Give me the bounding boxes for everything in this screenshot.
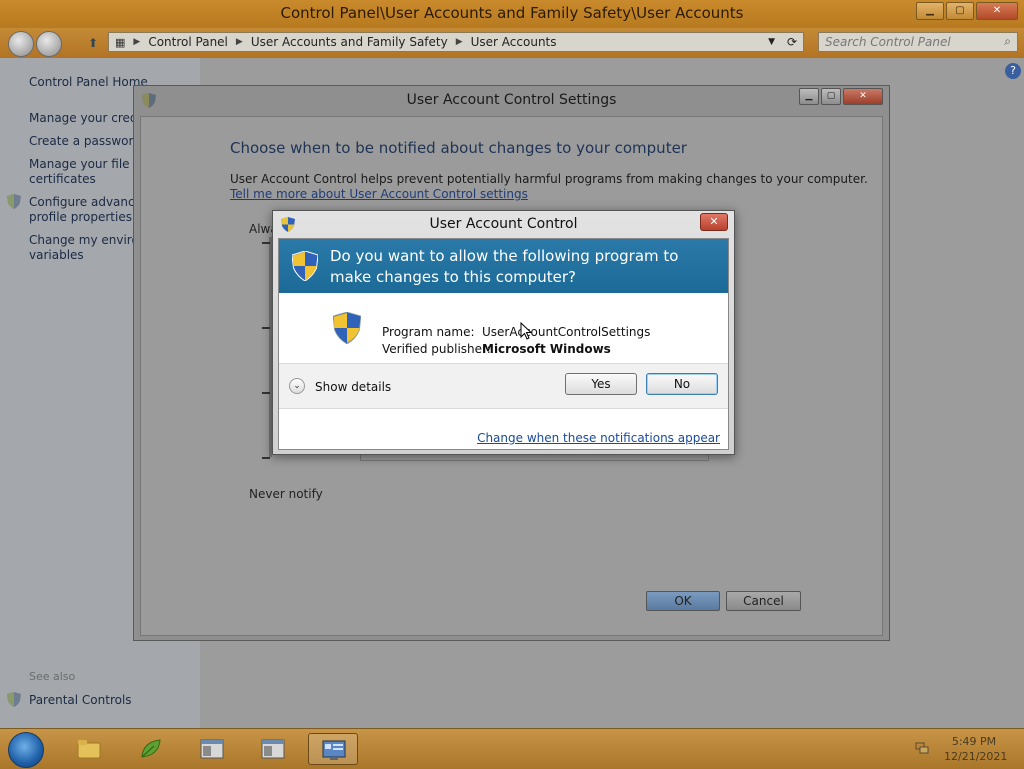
change-environment-variables-link[interactable]: Change my environ bbox=[29, 233, 146, 248]
uac-question-banner: Do you want to allow the following progr… bbox=[279, 239, 728, 293]
chevron-down-icon[interactable]: ⌄ bbox=[289, 378, 305, 394]
program-name-value: UserAccountControlSettings bbox=[482, 325, 651, 339]
change-notifications-link[interactable]: Change when these notifications appear bbox=[477, 431, 720, 445]
taskbar-app-window-2[interactable] bbox=[248, 733, 298, 765]
address-row: ⬆ ▦ ▶ Control Panel ▶ User Accounts and … bbox=[0, 28, 1024, 58]
shield-icon bbox=[333, 312, 361, 344]
breadcrumb-separator-icon: ▶ bbox=[235, 37, 243, 47]
change-environment-variables-link-line2[interactable]: variables bbox=[29, 248, 84, 263]
control-panel-home-link[interactable]: Control Panel Home bbox=[29, 75, 148, 90]
slider-tick bbox=[262, 457, 270, 459]
configure-advanced-profile-link-line2[interactable]: profile properties bbox=[29, 210, 132, 225]
publisher-label: Verified publisher: bbox=[382, 342, 491, 356]
search-placeholder: Search Control Panel bbox=[825, 35, 951, 49]
leaf-icon bbox=[141, 739, 161, 758]
close-button[interactable]: ✕ bbox=[700, 213, 728, 231]
yes-button[interactable]: Yes bbox=[565, 373, 637, 395]
breadcrumb-user-accounts[interactable]: User Accounts bbox=[471, 35, 557, 49]
cancel-button[interactable]: Cancel bbox=[726, 591, 801, 611]
search-input[interactable]: Search Control Panel ⌕ bbox=[818, 32, 1018, 52]
control-panel-icon bbox=[322, 740, 346, 760]
mouse-cursor-icon bbox=[520, 322, 532, 340]
never-notify-label: Never notify bbox=[249, 487, 323, 501]
network-icon[interactable] bbox=[915, 741, 929, 755]
breadcrumb-separator-icon: ▶ bbox=[133, 37, 141, 47]
breadcrumb-control-panel[interactable]: Control Panel bbox=[148, 35, 228, 49]
publisher-value: Microsoft Windows bbox=[482, 342, 611, 356]
uac-settings-description: User Account Control helps prevent poten… bbox=[230, 172, 868, 186]
breadcrumb-separator-icon: ▶ bbox=[455, 37, 463, 47]
maximize-button[interactable]: ▢ bbox=[946, 2, 974, 20]
uac-dialog: User Account Control ✕ Do you want to al… bbox=[272, 210, 735, 455]
uac-actions-bar: ⌄ Show details Yes No bbox=[279, 363, 728, 409]
taskbar-control-panel[interactable] bbox=[308, 733, 358, 765]
window-controls: ▁ ▢ ✕ bbox=[916, 2, 1018, 20]
shield-icon bbox=[7, 692, 21, 707]
window-title: Control Panel\User Accounts and Family S… bbox=[280, 4, 744, 22]
back-button[interactable] bbox=[8, 31, 34, 57]
configure-advanced-profile-link[interactable]: Configure advance bbox=[29, 195, 142, 210]
taskbar-explorer[interactable] bbox=[64, 733, 114, 765]
clock-date: 12/21/2021 bbox=[944, 750, 1008, 763]
window-icon bbox=[261, 739, 285, 759]
program-name-label: Program name: bbox=[382, 325, 475, 339]
shield-icon bbox=[292, 251, 318, 281]
up-arrow-icon[interactable]: ⬆ bbox=[88, 36, 98, 50]
start-button[interactable] bbox=[8, 732, 44, 768]
learn-more-link[interactable]: Tell me more about User Account Control … bbox=[230, 187, 528, 201]
address-bar[interactable]: ▦ ▶ Control Panel ▶ User Accounts and Fa… bbox=[108, 32, 804, 52]
uac-question-text: Do you want to allow the following progr… bbox=[330, 247, 679, 286]
taskbar-app-window-1[interactable] bbox=[187, 733, 237, 765]
uac-dialog-title: User Account Control bbox=[429, 216, 578, 232]
no-button[interactable]: No bbox=[646, 373, 718, 395]
minimize-button[interactable]: ▁ bbox=[916, 2, 944, 20]
uac-settings-heading: Choose when to be notified about changes… bbox=[230, 139, 687, 157]
shield-icon bbox=[7, 194, 21, 209]
slider-tick bbox=[262, 242, 270, 244]
ok-button[interactable]: OK bbox=[646, 591, 720, 611]
close-button[interactable]: ✕ bbox=[843, 88, 883, 105]
system-clock[interactable]: 5:49 PM 12/21/2021 bbox=[944, 734, 1008, 764]
chevron-down-icon[interactable]: ▼ bbox=[768, 37, 775, 47]
taskbar-app-leaf[interactable] bbox=[126, 733, 176, 765]
breadcrumb-user-accounts-family[interactable]: User Accounts and Family Safety bbox=[251, 35, 448, 49]
slider-tick bbox=[262, 327, 270, 329]
manage-credentials-link[interactable]: Manage your crede bbox=[29, 111, 145, 126]
forward-button[interactable] bbox=[36, 31, 62, 57]
manage-file-encryption-link-line2[interactable]: certificates bbox=[29, 172, 96, 187]
control-panel-icon: ▦ bbox=[115, 35, 126, 49]
parental-controls-link[interactable]: Parental Controls bbox=[29, 693, 132, 708]
minimize-button[interactable]: ▁ bbox=[799, 88, 819, 105]
taskbar: 5:49 PM 12/21/2021 bbox=[0, 728, 1024, 769]
uac-settings-title: User Account Control Settings bbox=[406, 92, 617, 108]
explorer-titlebar: Control Panel\User Accounts and Family S… bbox=[0, 0, 1024, 28]
refresh-icon[interactable]: ⟳ bbox=[787, 35, 797, 49]
see-also-heading: See also bbox=[29, 670, 76, 683]
window-icon bbox=[200, 739, 224, 759]
maximize-button[interactable]: ▢ bbox=[821, 88, 841, 105]
create-password-reset-link[interactable]: Create a password r bbox=[29, 134, 150, 149]
help-icon[interactable]: ? bbox=[1005, 63, 1021, 79]
folder-icon bbox=[77, 740, 101, 759]
clock-time: 5:49 PM bbox=[951, 735, 997, 748]
manage-file-encryption-link[interactable]: Manage your file er bbox=[29, 157, 146, 172]
uac-dialog-client: Do you want to allow the following progr… bbox=[278, 238, 729, 450]
search-icon[interactable]: ⌕ bbox=[1004, 34, 1011, 49]
show-details-toggle[interactable]: Show details bbox=[315, 380, 391, 394]
uac-settings-window-controls: ▁ ▢ ✕ bbox=[799, 88, 883, 105]
close-button[interactable]: ✕ bbox=[976, 2, 1018, 20]
slider-tick bbox=[262, 392, 270, 394]
